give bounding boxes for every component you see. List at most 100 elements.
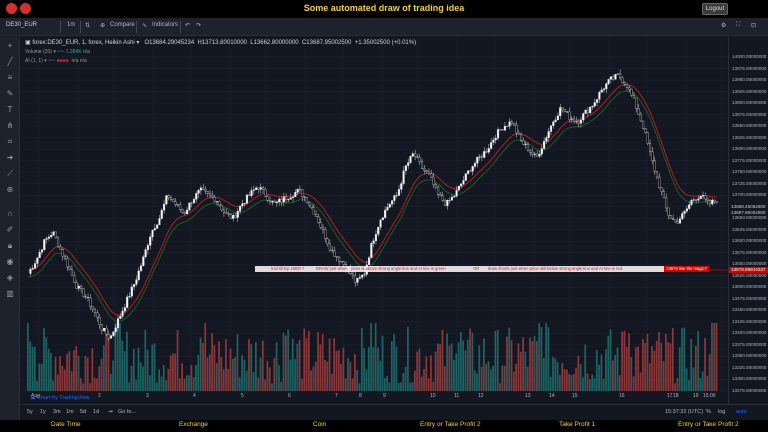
volume-bar xyxy=(342,347,345,391)
legend-symbol[interactable]: forex:DE30_EUR, 1, forex, Heikin Ashi xyxy=(32,40,134,46)
zoom-icon[interactable]: ⊕ xyxy=(5,185,15,195)
fib-icon[interactable]: ≡ xyxy=(5,73,15,83)
undo-icon[interactable]: ↶ xyxy=(185,22,190,29)
candle-body xyxy=(222,209,225,213)
volume-bar xyxy=(561,363,564,391)
compare-button[interactable]: Compare xyxy=(110,22,135,28)
drawing-text-2[interactable]: DRAW just when - price is above strong a… xyxy=(316,266,446,271)
candle-body xyxy=(236,211,239,218)
volume-bar xyxy=(208,354,211,391)
candle-body xyxy=(123,307,126,312)
pattern-icon[interactable]: ⋔ xyxy=(5,121,15,131)
price-axis[interactable]: 14000.00000000 13975.00000000 13950.000000… xyxy=(728,37,768,404)
candle-body xyxy=(165,195,168,205)
trash-icon[interactable]: ▥ xyxy=(5,289,15,299)
candle-body xyxy=(209,193,212,196)
range-5d[interactable]: 5d xyxy=(80,409,86,415)
legend-collapse-icon[interactable]: ▣ xyxy=(25,40,31,46)
range-1d[interactable]: 1d xyxy=(93,409,99,415)
prediction-icon[interactable]: ⌗ xyxy=(5,137,15,147)
legend-volume-label[interactable]: Volume (20) xyxy=(25,49,52,55)
fullscreen-icon[interactable]: ⛶ xyxy=(736,22,740,29)
compare-icon[interactable]: ⊕ xyxy=(100,22,105,29)
goto-button[interactable]: Go to... xyxy=(118,409,136,415)
price-tick: 13850.00000000 xyxy=(732,123,767,129)
trendline-icon[interactable]: ╱ xyxy=(5,57,15,67)
legend-open: O13684.29045234 xyxy=(144,40,195,46)
clock[interactable]: 15:37:32 (UTC) xyxy=(665,409,703,415)
volume-bar xyxy=(533,336,536,391)
price-tick: 13700.00000000 xyxy=(732,192,767,198)
time-tick: Aug xyxy=(31,393,40,399)
candle-body xyxy=(453,195,456,198)
range-1m[interactable]: 1m xyxy=(66,409,74,415)
candle-body xyxy=(119,315,122,319)
chart-style-icon[interactable]: ⇅ xyxy=(85,22,90,29)
ruler-icon[interactable]: ⟋ xyxy=(5,169,15,179)
volume-bar xyxy=(584,344,587,391)
interval-button[interactable]: 1m xyxy=(67,22,75,28)
range-1y[interactable]: 1y xyxy=(40,409,46,415)
drawing-box-label[interactable]: 13676 line the magic? xyxy=(664,266,709,272)
time-axis[interactable]: Aug 2 3 4 5 6 7 8 9 10 11 12 13 14 15 16 17 18 19 15:00 xyxy=(21,391,728,404)
goto-icon[interactable]: ⇥ xyxy=(108,409,113,415)
symbol-search[interactable]: DE30_EUR xyxy=(6,22,37,28)
snapshot-icon[interactable]: ⊡ xyxy=(751,22,756,29)
volume-bar xyxy=(536,341,538,391)
candle-body xyxy=(57,237,60,248)
magnet-icon[interactable]: ∩ xyxy=(5,209,15,219)
page-title: Some automated draw of trading idea xyxy=(303,3,465,13)
price-chart[interactable]: ▣ forex:DE30_EUR, 1, forex, Heikin Ashi … xyxy=(21,37,728,404)
crosshair-icon[interactable]: + xyxy=(5,41,15,51)
range-3m[interactable]: 3m xyxy=(53,409,61,415)
candle-body xyxy=(563,109,566,112)
drawing-text-4[interactable]: draw shorts just when price still below … xyxy=(488,266,622,271)
legend-low: L13662.80000000 xyxy=(250,40,299,46)
lock-icon[interactable]: 🔒︎ xyxy=(5,241,15,251)
stay-drawing-icon[interactable]: ✐ xyxy=(5,225,15,235)
brush-icon[interactable]: ✎ xyxy=(5,89,15,99)
candle-body xyxy=(393,195,396,201)
volume-bar xyxy=(494,331,497,391)
volume-bar xyxy=(59,356,61,391)
volume-bar xyxy=(261,340,264,391)
candle-body xyxy=(660,187,663,192)
legend-ai-label[interactable]: AI (1, 1) xyxy=(25,58,43,64)
candle-body xyxy=(370,243,373,258)
indicators-icon[interactable]: ∿ xyxy=(142,22,147,29)
candle-body xyxy=(146,245,149,250)
redo-icon[interactable]: ↷ xyxy=(196,22,201,29)
volume-bar xyxy=(139,362,142,391)
drawing-text-3[interactable]: OR xyxy=(473,266,479,271)
layers-icon[interactable]: ◈ xyxy=(5,273,15,283)
volume-bar xyxy=(278,365,280,391)
log-toggle[interactable]: log xyxy=(718,409,725,415)
volume-bar xyxy=(681,328,683,391)
auto-toggle[interactable]: auto xyxy=(736,409,747,415)
candle-body xyxy=(520,134,523,141)
volume-bar xyxy=(66,353,68,391)
time-tick: 13 xyxy=(525,393,531,399)
candle-body xyxy=(669,215,672,219)
volume-bar xyxy=(287,329,289,391)
candle-body xyxy=(460,183,463,187)
range-5y[interactable]: 5y xyxy=(27,409,33,415)
back-arrow-icon[interactable]: ➜ xyxy=(5,153,15,163)
volume-bar xyxy=(413,370,416,391)
volume-bar xyxy=(639,372,642,391)
volume-bar xyxy=(93,377,96,391)
candle-body xyxy=(291,196,295,198)
price-tick: 13725.00000000 xyxy=(732,180,767,186)
indicators-button[interactable]: Indicators xyxy=(152,22,178,28)
candle-body xyxy=(89,297,92,307)
percent-toggle[interactable]: % xyxy=(706,409,711,415)
logout-button[interactable]: Logout xyxy=(702,3,728,15)
settings-icon[interactable]: ⚙ xyxy=(721,22,726,29)
volume-bar xyxy=(453,359,455,391)
volume-bar xyxy=(462,340,465,391)
candle-body xyxy=(614,74,617,80)
hide-icon[interactable]: ◉ xyxy=(5,257,15,267)
text-icon[interactable]: T xyxy=(5,105,15,115)
volume-bar xyxy=(273,357,276,391)
drawing-text-1[interactable]: trail till Ep 1M00 ? xyxy=(271,266,304,271)
